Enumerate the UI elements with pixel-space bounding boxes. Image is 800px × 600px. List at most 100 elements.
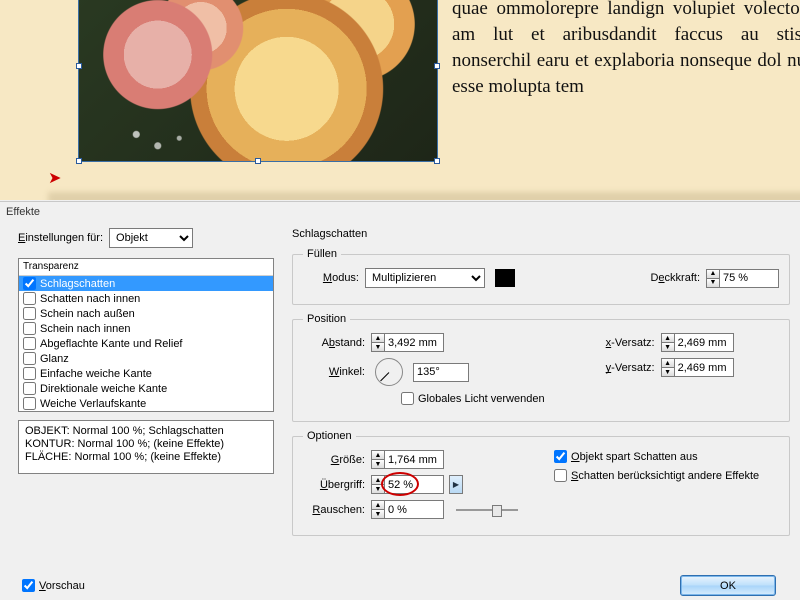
effect-item[interactable]: Glanz [19, 351, 273, 366]
spin-down-icon[interactable]: ▼ [662, 368, 674, 376]
knockout-checkbox[interactable]: Objekt spart Schatten aus [554, 450, 698, 463]
spread-input[interactable] [385, 476, 443, 493]
opacity-input[interactable] [720, 270, 778, 287]
document-canvas: ➤ quae ommolorepre landign volupiet vole… [0, 0, 800, 200]
effect-checkbox[interactable] [23, 292, 36, 305]
xoffset-input[interactable] [675, 334, 733, 351]
placed-image [79, 0, 437, 161]
effect-checkbox[interactable] [23, 337, 36, 350]
effect-item[interactable]: Direktionale weiche Kante [19, 381, 273, 396]
options-group: Optionen Größe: ▲▼ Übergriff: ▲▼ ▶ [292, 430, 790, 536]
settings-for-select[interactable]: Objekt [109, 228, 193, 248]
distance-label: Abstand: [303, 337, 365, 349]
effect-label: Abgeflachte Kante und Relief [40, 338, 183, 350]
xoffset-spinner[interactable]: ▲▼ [661, 333, 734, 352]
effect-item[interactable]: Schatten nach innen [19, 291, 273, 306]
xoffset-label: x-Versatz: [581, 337, 655, 349]
effects-summary: OBJEKT: Normal 100 %; Schlagschatten KON… [18, 420, 274, 474]
size-spinner[interactable]: ▲▼ [371, 450, 444, 469]
effect-checkbox[interactable] [23, 397, 36, 410]
effect-item-schlagschatten[interactable]: Schlagschatten [19, 276, 273, 291]
effect-checkbox[interactable] [23, 322, 36, 335]
position-group: Position Abstand: ▲▼ Winkel: [292, 313, 790, 422]
spin-up-icon[interactable]: ▲ [662, 334, 674, 343]
noise-label: Rauschen: [303, 504, 365, 516]
effect-label: Schatten nach innen [40, 293, 140, 305]
distance-spinner[interactable]: ▲▼ [371, 333, 444, 352]
annotation-arrow: ➤ [48, 168, 61, 188]
spread-label: Übergriff: [303, 479, 365, 491]
list-header: Transparenz [19, 259, 273, 276]
preview-checkbox[interactable]: Vorschau [22, 579, 85, 592]
distance-input[interactable] [385, 334, 443, 351]
fill-legend: Füllen [303, 248, 341, 260]
angle-dial[interactable] [375, 358, 403, 386]
spin-down-icon[interactable]: ▼ [372, 460, 384, 468]
size-input[interactable] [385, 451, 443, 468]
spin-up-icon[interactable]: ▲ [707, 270, 719, 279]
yoffset-label: y-Versatz: [581, 362, 655, 374]
honors-effects-checkbox[interactable]: Schatten berücksichtigt andere Effekte [554, 469, 759, 482]
cropped-text-line [48, 192, 800, 200]
spin-down-icon[interactable]: ▼ [372, 510, 384, 518]
effect-label: Glanz [40, 353, 69, 365]
spin-up-icon[interactable]: ▲ [372, 476, 384, 485]
effects-dialog: Effekte Einstellungen für: Objekt Transp… [0, 201, 800, 600]
selected-image-frame[interactable] [78, 0, 438, 162]
effects-listbox[interactable]: Transparenz Schlagschatten Schatten nach… [18, 258, 274, 412]
spin-down-icon[interactable]: ▼ [707, 279, 719, 287]
panel-title: Schlagschatten [292, 228, 790, 240]
spin-up-icon[interactable]: ▲ [372, 451, 384, 460]
spread-flyout-button[interactable]: ▶ [449, 475, 463, 494]
noise-slider[interactable] [456, 503, 518, 517]
opacity-spinner[interactable]: ▲▼ [706, 269, 779, 288]
dialog-title: Effekte [0, 202, 800, 226]
fill-group: Füllen Modus: Multiplizieren Deckkraft: … [292, 248, 790, 305]
shadow-color-swatch[interactable] [495, 269, 515, 287]
resize-handle[interactable] [434, 63, 440, 69]
spin-up-icon[interactable]: ▲ [372, 334, 384, 343]
effect-label: Einfache weiche Kante [40, 368, 152, 380]
effect-label: Schein nach außen [40, 308, 135, 320]
angle-input[interactable] [413, 363, 469, 382]
effect-checkbox[interactable] [23, 382, 36, 395]
effect-label: Schein nach innen [40, 323, 131, 335]
opacity-label: Deckkraft: [650, 272, 700, 284]
spin-up-icon[interactable]: ▲ [662, 359, 674, 368]
resize-handle[interactable] [255, 158, 261, 164]
body-text: quae ommolorepre landign volupiet volect… [452, 0, 800, 100]
global-light-checkbox[interactable]: Globales Licht verwenden [401, 392, 545, 405]
ok-button[interactable]: OK [680, 575, 776, 596]
effect-item[interactable]: Schein nach innen [19, 321, 273, 336]
effect-item[interactable]: Weiche Verlaufskante [19, 396, 273, 411]
spin-down-icon[interactable]: ▼ [662, 343, 674, 351]
effect-label: Direktionale weiche Kante [40, 383, 167, 395]
effect-item[interactable]: Schein nach außen [19, 306, 273, 321]
yoffset-spinner[interactable]: ▲▼ [661, 358, 734, 377]
spin-down-icon[interactable]: ▼ [372, 485, 384, 493]
noise-input[interactable] [385, 501, 443, 518]
spin-down-icon[interactable]: ▼ [372, 343, 384, 351]
effect-checkbox[interactable] [23, 352, 36, 365]
settings-for-label: Einstellungen für: [18, 232, 103, 244]
effect-label: Weiche Verlaufskante [40, 398, 146, 410]
effect-item[interactable]: Einfache weiche Kante [19, 366, 273, 381]
spin-up-icon[interactable]: ▲ [372, 501, 384, 510]
effect-item[interactable]: Abgeflachte Kante und Relief [19, 336, 273, 351]
effect-checkbox[interactable] [23, 307, 36, 320]
noise-spinner[interactable]: ▲▼ [371, 500, 444, 519]
resize-handle[interactable] [76, 63, 82, 69]
blend-mode-select[interactable]: Multiplizieren [365, 268, 485, 288]
resize-handle[interactable] [76, 158, 82, 164]
options-legend: Optionen [303, 430, 356, 442]
yoffset-input[interactable] [675, 359, 733, 376]
size-label: Größe: [303, 454, 365, 466]
effect-checkbox[interactable] [23, 277, 36, 290]
position-legend: Position [303, 313, 350, 325]
angle-label: Winkel: [303, 366, 365, 378]
effect-checkbox[interactable] [23, 367, 36, 380]
effect-label: Schlagschatten [40, 278, 115, 290]
resize-handle[interactable] [434, 158, 440, 164]
spread-spinner[interactable]: ▲▼ [371, 475, 444, 494]
mode-label: Modus: [303, 272, 359, 284]
